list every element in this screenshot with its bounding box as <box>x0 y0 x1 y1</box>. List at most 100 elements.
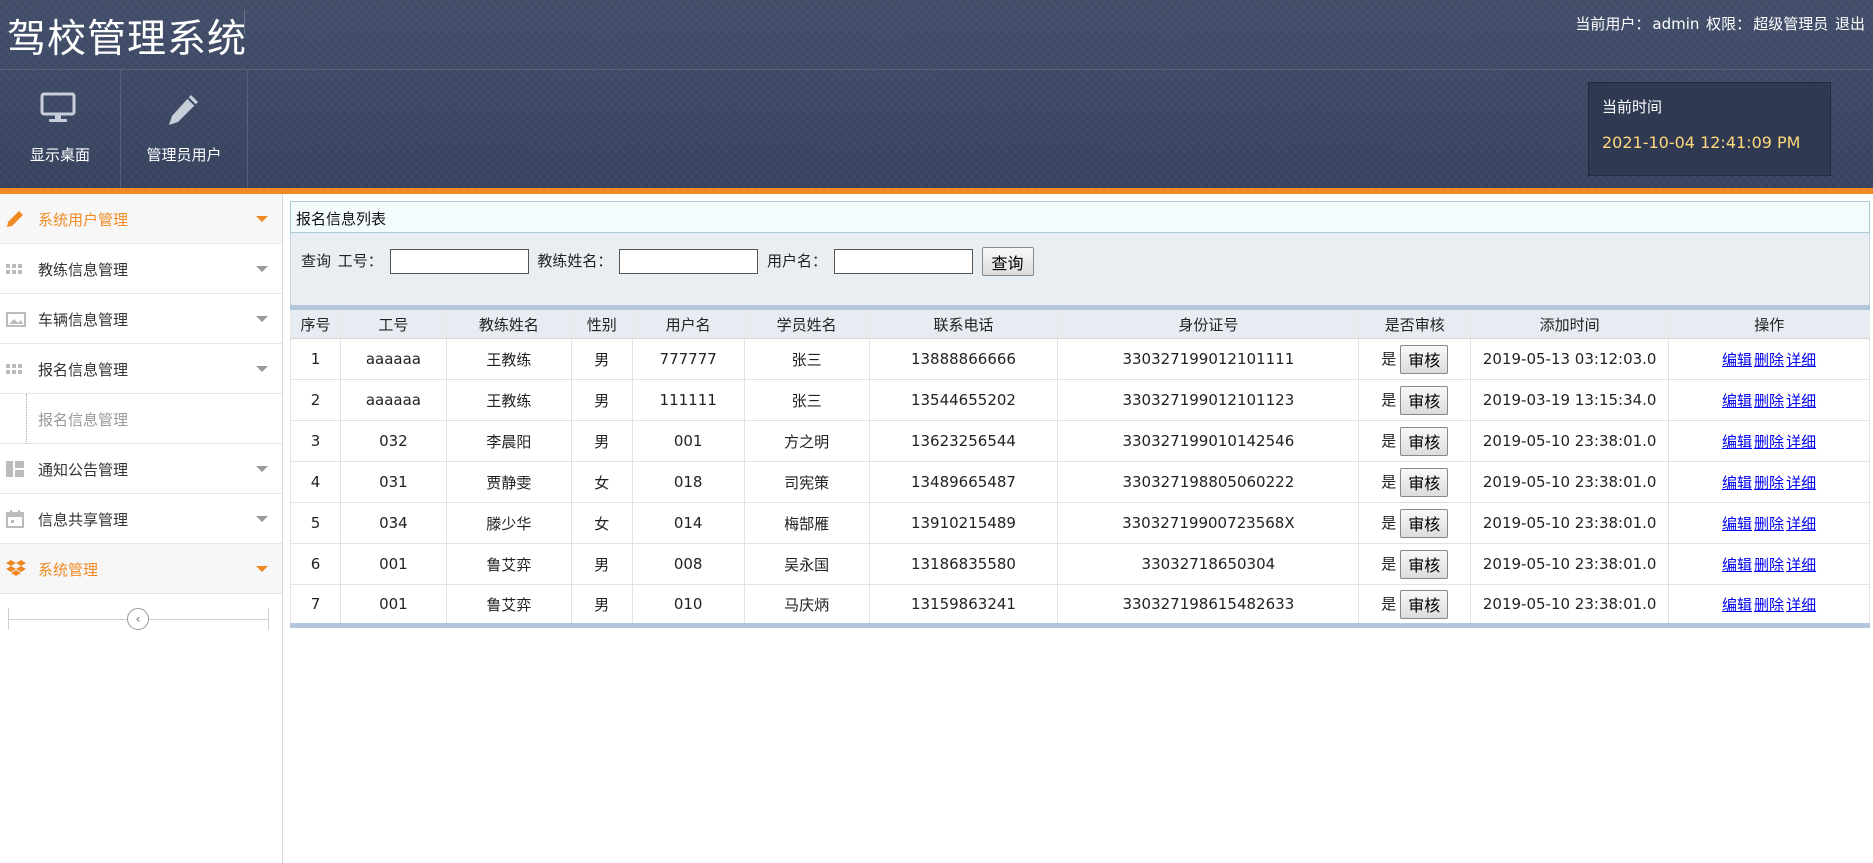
cell-gender: 男 <box>570 584 633 626</box>
detail-link[interactable]: 详细 <box>1786 474 1816 492</box>
cell-id-card: 330327198805060222 <box>1057 461 1360 503</box>
detail-link[interactable]: 详细 <box>1786 515 1816 533</box>
cell-gender: 男 <box>570 338 633 380</box>
sidebar-subitem-registration-info[interactable]: 报名信息管理 <box>0 394 282 444</box>
edit-link[interactable]: 编辑 <box>1722 515 1752 533</box>
delete-link[interactable]: 删除 <box>1754 596 1784 614</box>
cell-actions: 编辑 删除 详细 <box>1668 338 1870 380</box>
dropbox-icon <box>6 560 26 578</box>
audit-status: 是 <box>1381 554 1397 573</box>
table-row: 1 aaaaaa 王教练 男 777777 张三 13888866666 330… <box>290 338 1870 380</box>
audit-button[interactable]: 审核 <box>1400 508 1449 538</box>
sidebar-item-label: 报名信息管理 <box>38 361 129 379</box>
sidebar-item-system-management[interactable]: 系统管理 <box>0 544 282 594</box>
edit-link[interactable]: 编辑 <box>1722 474 1752 492</box>
sidebar-item-notice[interactable]: 通知公告管理 <box>0 444 282 494</box>
sidebar-item-info-share[interactable]: 信息共享管理 <box>0 494 282 544</box>
cell-id-card: 33032719900723568X <box>1057 502 1360 544</box>
sidebar-item-label: 系统用户管理 <box>38 211 129 229</box>
audit-status: 是 <box>1381 431 1397 450</box>
cell-phone: 13159863241 <box>868 584 1059 626</box>
cell-added: 2019-05-10 23:38:01.0 <box>1470 543 1670 585</box>
cell-username: 001 <box>631 420 745 462</box>
chevron-down-icon <box>256 516 268 522</box>
edit-link[interactable]: 编辑 <box>1722 392 1752 410</box>
audit-button[interactable]: 审核 <box>1400 589 1449 619</box>
app-header: 驾校管理系统 当前用户： admin 权限： 超级管理员 退出 显示桌面 管理员… <box>0 0 1873 190</box>
sidebar-subitem-label: 报名信息管理 <box>38 411 129 429</box>
delete-link[interactable]: 删除 <box>1754 351 1784 369</box>
edit-link[interactable]: 编辑 <box>1722 433 1752 451</box>
table-row: 7 001 鲁艾弈 男 010 马庆炳 13159863241 33032719… <box>290 584 1870 626</box>
cell-phone: 13544655202 <box>868 379 1059 421</box>
admin-user-label: 管理员用户 <box>146 146 222 164</box>
cell-no: 2 <box>290 379 341 421</box>
detail-link[interactable]: 详细 <box>1786 433 1816 451</box>
cell-audit: 是审核 <box>1358 420 1472 462</box>
show-desktop-button[interactable]: 显示桌面 <box>0 70 121 188</box>
role-label: 权限： <box>1706 15 1752 33</box>
username-label: 用户名： <box>766 252 827 270</box>
column-header: 是否审核 <box>1358 307 1471 339</box>
cell-student: 马庆炳 <box>743 584 870 626</box>
cell-gender: 男 <box>570 420 633 462</box>
audit-button[interactable]: 审核 <box>1400 549 1449 579</box>
sidebar-item-coach-info[interactable]: 教练信息管理 <box>0 244 282 294</box>
cell-actions: 编辑 删除 详细 <box>1668 420 1870 462</box>
cell-job-no: 031 <box>339 461 447 503</box>
audit-button[interactable]: 审核 <box>1400 385 1449 415</box>
detail-link[interactable]: 详细 <box>1786 596 1816 614</box>
audit-button[interactable]: 审核 <box>1400 426 1449 456</box>
audit-button[interactable]: 审核 <box>1400 467 1449 497</box>
table-row: 6 001 鲁艾弈 男 008 吴永国 13186835580 33032718… <box>290 543 1870 585</box>
delete-link[interactable]: 删除 <box>1754 474 1784 492</box>
user-info: 当前用户： admin 权限： 超级管理员 退出 <box>1573 13 1865 34</box>
delete-link[interactable]: 删除 <box>1754 556 1784 574</box>
cell-phone: 13910215489 <box>868 502 1059 544</box>
detail-link[interactable]: 详细 <box>1786 351 1816 369</box>
edit-link[interactable]: 编辑 <box>1722 351 1752 369</box>
chevron-left-icon[interactable]: ‹ <box>127 608 149 630</box>
delete-link[interactable]: 删除 <box>1754 433 1784 451</box>
cell-job-no: 034 <box>339 502 447 544</box>
cell-job-no: 032 <box>339 420 447 462</box>
cell-coach: 王教练 <box>445 338 572 380</box>
chevron-down-icon <box>256 266 268 272</box>
cell-student: 张三 <box>743 338 870 380</box>
coach-name-input[interactable] <box>619 249 759 274</box>
username-input[interactable] <box>833 249 973 274</box>
audit-button[interactable]: 审核 <box>1400 344 1449 374</box>
table-header-row: 序号 工号 教练姓名 性别 用户名 学员姓名 联系电话 身份证号 是否审核 添加… <box>290 307 1870 339</box>
cell-actions: 编辑 删除 详细 <box>1668 543 1870 585</box>
calendar-icon <box>6 510 24 528</box>
table-row: 5 034 滕少华 女 014 梅郜雁 13910215489 33032719… <box>290 502 1870 544</box>
job-no-input[interactable] <box>389 249 529 274</box>
cell-id-card: 330327199012101111 <box>1057 338 1360 380</box>
query-button[interactable]: 查询 <box>981 247 1034 276</box>
sidebar-item-vehicle-info[interactable]: 车辆信息管理 <box>0 294 282 344</box>
cell-id-card: 330327199012101123 <box>1057 379 1360 421</box>
cell-coach: 鲁艾弈 <box>445 584 572 626</box>
cell-audit: 是审核 <box>1358 338 1472 380</box>
cell-audit: 是审核 <box>1358 584 1472 626</box>
cell-id-card: 33032718650304 <box>1057 543 1360 585</box>
detail-link[interactable]: 详细 <box>1786 556 1816 574</box>
table-row: 2 aaaaaa 王教练 男 111111 张三 13544655202 330… <box>290 379 1870 421</box>
sidebar-item-registration-info[interactable]: 报名信息管理 <box>0 344 282 394</box>
edit-link[interactable]: 编辑 <box>1722 596 1752 614</box>
delete-link[interactable]: 删除 <box>1754 515 1784 533</box>
sidebar-item-system-users[interactable]: 系统用户管理 <box>0 194 282 244</box>
detail-link[interactable]: 详细 <box>1786 392 1816 410</box>
cell-username: 777777 <box>631 338 745 380</box>
logout-link[interactable]: 退出 <box>1835 15 1865 33</box>
audit-status: 是 <box>1381 390 1397 409</box>
sidebar-item-label: 通知公告管理 <box>38 461 129 479</box>
clock-panel: 当前时间 2021-10-04 12:41:09 PM <box>1588 82 1831 176</box>
edit-link[interactable]: 编辑 <box>1722 556 1752 574</box>
delete-link[interactable]: 删除 <box>1754 392 1784 410</box>
column-header: 用户名 <box>631 307 745 339</box>
column-header: 序号 <box>290 307 341 339</box>
cell-no: 3 <box>290 420 341 462</box>
admin-user-button[interactable]: 管理员用户 <box>121 70 248 188</box>
grid-icon <box>6 260 24 278</box>
